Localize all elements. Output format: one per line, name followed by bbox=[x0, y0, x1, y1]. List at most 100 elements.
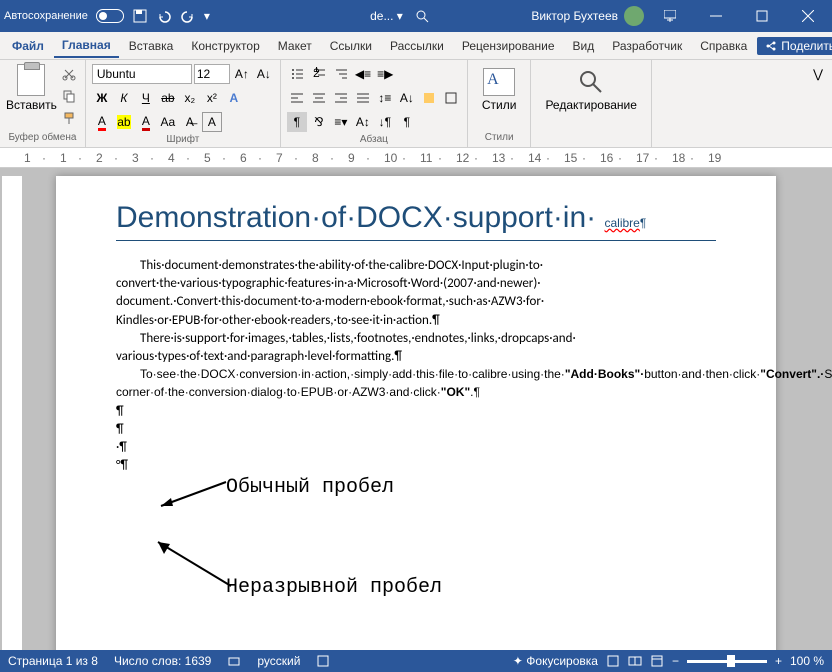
view-print-icon[interactable] bbox=[606, 654, 620, 668]
shading-icon[interactable] bbox=[419, 88, 439, 108]
view-read-icon[interactable] bbox=[628, 654, 642, 668]
space-para[interactable]: ·¶ bbox=[116, 439, 716, 457]
bullets-icon[interactable] bbox=[287, 64, 307, 84]
styles-button[interactable]: Стили bbox=[474, 64, 525, 116]
para-more3-icon[interactable]: A↕ bbox=[353, 112, 373, 132]
increase-indent-icon[interactable]: ≡▶ bbox=[375, 64, 395, 84]
empty-para-1[interactable]: ¶ bbox=[116, 403, 716, 421]
numbering-icon[interactable]: 12 bbox=[309, 64, 329, 84]
styles-icon bbox=[483, 68, 515, 96]
font-size-select[interactable] bbox=[194, 64, 230, 84]
user-name[interactable]: Виктор Бухтеев bbox=[531, 9, 618, 23]
para-more5-icon[interactable]: ¶ bbox=[397, 112, 417, 132]
justify-icon[interactable] bbox=[353, 88, 373, 108]
share-button[interactable]: Поделиться bbox=[757, 37, 832, 55]
group-paragraph: 12 ◀≡ ≡▶ ↕≡ A↓ ¶ ⅋ ≡▾ A↕ ↓¶ ¶ bbox=[281, 60, 468, 147]
tab-mailings[interactable]: Рассылки bbox=[382, 35, 452, 57]
close-icon[interactable] bbox=[788, 0, 828, 32]
avatar[interactable] bbox=[624, 6, 644, 26]
format-painter-icon[interactable] bbox=[59, 108, 79, 128]
vertical-ruler[interactable] bbox=[2, 176, 22, 652]
horizontal-ruler[interactable]: 1·1·2·3·4·5·6·7·8·9·10·11·12·13·14·15·16… bbox=[0, 148, 832, 168]
shrink-font-icon[interactable]: A↓ bbox=[254, 64, 274, 84]
page[interactable]: Demonstration·of·DOCX·support·in· calibr… bbox=[56, 176, 776, 652]
tab-layout[interactable]: Макет bbox=[270, 35, 320, 57]
align-right-icon[interactable] bbox=[331, 88, 351, 108]
doc-heading[interactable]: Demonstration·of·DOCX·support·in· calibr… bbox=[116, 200, 716, 241]
sort-icon[interactable]: A↓ bbox=[397, 88, 417, 108]
paste-button[interactable]: Вставить bbox=[6, 64, 57, 112]
editing-button[interactable]: Редактирование bbox=[537, 64, 644, 116]
tab-home[interactable]: Главная bbox=[54, 34, 119, 58]
char-border-icon[interactable]: A bbox=[202, 112, 222, 132]
bold-button[interactable]: Ж bbox=[92, 88, 112, 108]
tab-help[interactable]: Справка bbox=[692, 35, 755, 57]
paragraph-3[interactable]: To·see·the·DOCX·conversion·in·action,·si… bbox=[116, 366, 716, 402]
spellcheck-icon[interactable] bbox=[227, 654, 241, 668]
superscript-button[interactable]: x² bbox=[202, 88, 222, 108]
status-page[interactable]: Страница 1 из 8 bbox=[8, 654, 98, 668]
tab-developer[interactable]: Разработчик bbox=[604, 35, 690, 57]
para-more4-icon[interactable]: ↓¶ bbox=[375, 112, 395, 132]
tab-references[interactable]: Ссылки bbox=[322, 35, 380, 57]
focus-mode-button[interactable]: ✦ Фокусировка bbox=[513, 654, 598, 668]
redo-icon[interactable] bbox=[180, 8, 196, 24]
font-color2-icon[interactable]: A bbox=[136, 112, 156, 132]
tab-design[interactable]: Конструктор bbox=[183, 35, 267, 57]
group-styles: Стили Стили bbox=[468, 60, 532, 147]
change-case-button[interactable]: Aa bbox=[158, 112, 178, 132]
document-area[interactable]: Demonstration·of·DOCX·support·in· calibr… bbox=[0, 168, 832, 652]
subscript-button[interactable]: x₂ bbox=[180, 88, 200, 108]
search-icon[interactable] bbox=[415, 9, 429, 23]
copy-icon[interactable] bbox=[59, 86, 79, 106]
macro-icon[interactable] bbox=[316, 654, 330, 668]
nbsp-para[interactable]: °¶ bbox=[116, 457, 716, 475]
line-spacing-icon[interactable]: ↕≡ bbox=[375, 88, 395, 108]
clear-format-icon[interactable]: A̶ bbox=[180, 112, 200, 132]
arrow-1-icon bbox=[151, 474, 231, 514]
tab-file[interactable]: Файл bbox=[4, 35, 52, 57]
text-effects-icon[interactable]: A bbox=[224, 88, 244, 108]
showhide-icon[interactable]: ¶ bbox=[287, 112, 307, 132]
arrow-2-icon bbox=[146, 534, 236, 594]
empty-para-2[interactable]: ¶ bbox=[116, 421, 716, 439]
view-web-icon[interactable] bbox=[650, 654, 664, 668]
group-clipboard-label: Буфер обмена bbox=[6, 132, 79, 143]
decrease-indent-icon[interactable]: ◀≡ bbox=[353, 64, 373, 84]
svg-text:2: 2 bbox=[313, 67, 320, 80]
align-left-icon[interactable] bbox=[287, 88, 307, 108]
status-lang[interactable]: русский bbox=[257, 654, 300, 668]
tab-review[interactable]: Рецензирование bbox=[454, 35, 563, 57]
zoom-level[interactable]: 100 % bbox=[790, 654, 824, 668]
zoom-slider[interactable] bbox=[687, 660, 767, 663]
zoom-in-icon[interactable]: + bbox=[775, 654, 782, 668]
status-words[interactable]: Число слов: 1639 bbox=[114, 654, 211, 668]
highlight-icon[interactable]: ab bbox=[114, 112, 134, 132]
italic-button[interactable]: К bbox=[114, 88, 134, 108]
save-icon[interactable] bbox=[132, 8, 148, 24]
minimize-icon[interactable] bbox=[696, 0, 736, 32]
doc-title-label[interactable]: de... ▾ bbox=[370, 9, 403, 23]
grow-font-icon[interactable]: A↑ bbox=[232, 64, 252, 84]
zoom-out-icon[interactable]: − bbox=[672, 654, 679, 668]
undo-icon[interactable] bbox=[156, 8, 172, 24]
maximize-icon[interactable] bbox=[742, 0, 782, 32]
font-color-icon[interactable]: A bbox=[92, 112, 112, 132]
para-more1-icon[interactable]: ⅋ bbox=[309, 112, 329, 132]
underline-button[interactable]: Ч bbox=[136, 88, 156, 108]
paragraph-2[interactable]: There·is·support·for·images,·tables,·lis… bbox=[116, 330, 716, 366]
collapse-ribbon-icon[interactable]: ⋁ bbox=[808, 64, 828, 84]
cut-icon[interactable] bbox=[59, 64, 79, 84]
align-center-icon[interactable] bbox=[309, 88, 329, 108]
group-paragraph-label: Абзац bbox=[287, 134, 461, 145]
tab-insert[interactable]: Вставка bbox=[121, 35, 182, 57]
paragraph-1[interactable]: This·document·demonstrates·the·ability·o… bbox=[116, 257, 716, 330]
multilevel-icon[interactable] bbox=[331, 64, 351, 84]
borders-icon[interactable] bbox=[441, 88, 461, 108]
para-more2-icon[interactable]: ≡▾ bbox=[331, 112, 351, 132]
ribbon-display-icon[interactable] bbox=[650, 0, 690, 32]
tab-view[interactable]: Вид bbox=[565, 35, 603, 57]
autosave-toggle[interactable] bbox=[96, 9, 124, 23]
font-name-select[interactable] bbox=[92, 64, 192, 84]
strike-button[interactable]: ab bbox=[158, 88, 178, 108]
